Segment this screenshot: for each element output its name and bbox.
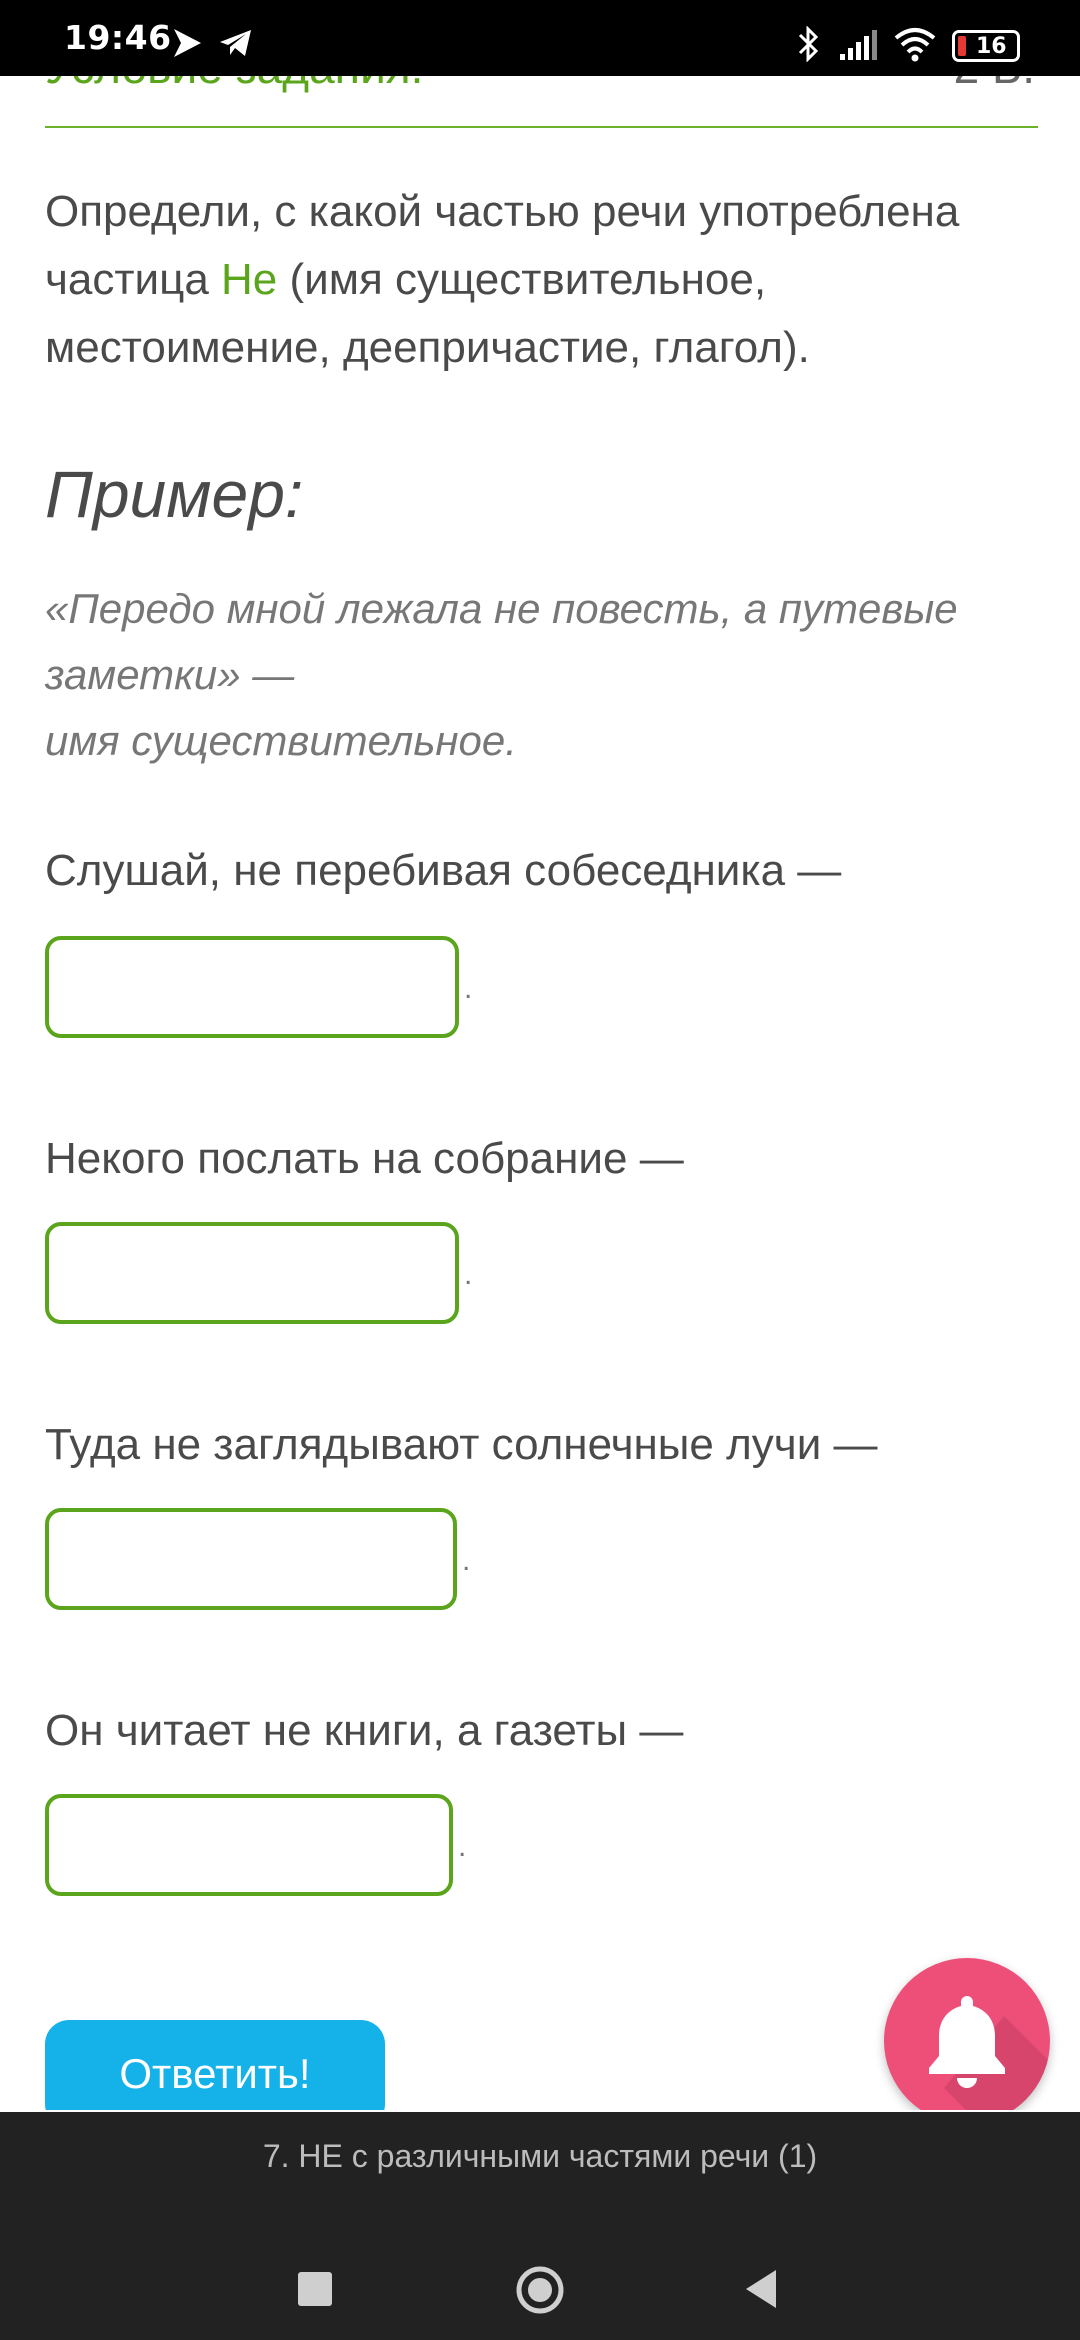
system-nav-bar bbox=[0, 2200, 1080, 2340]
answer-input-1[interactable] bbox=[45, 936, 459, 1038]
task-content: Условие задания: 2 Б. Определи, с какой … bbox=[0, 0, 1080, 2110]
question-label-3: Туда не заглядывают солнечные лучи — bbox=[45, 1420, 878, 1469]
answer-suffix-1: . bbox=[464, 972, 473, 1005]
divider bbox=[45, 126, 1038, 128]
wifi-icon bbox=[894, 28, 936, 62]
answer-input-3[interactable] bbox=[45, 1508, 457, 1610]
bluetooth-icon bbox=[798, 26, 819, 62]
notification-bell-button[interactable] bbox=[884, 1958, 1050, 2110]
example-text: «Передо мной лежала не повесть, а путевы… bbox=[45, 576, 1035, 774]
example-line-1: «Передо мной лежала не повесть, а путевы… bbox=[45, 585, 958, 632]
answer-input-4[interactable] bbox=[45, 1794, 453, 1896]
back-button[interactable] bbox=[744, 2268, 778, 2310]
submit-button[interactable]: Ответить! bbox=[45, 2020, 385, 2110]
status-time: 19:46 bbox=[64, 18, 172, 57]
example-line-3: имя существительное. bbox=[45, 717, 517, 764]
telegram-icon bbox=[220, 30, 251, 56]
status-bar: 19:46 16 bbox=[0, 0, 1080, 76]
signal-icon bbox=[840, 30, 877, 60]
media-play-icon bbox=[174, 29, 201, 57]
battery-icon: 16 bbox=[952, 30, 1020, 62]
bell-icon bbox=[929, 1996, 1050, 2110]
home-button[interactable] bbox=[514, 2264, 566, 2316]
question-label-1: Слушай, не перебивая собеседника — bbox=[45, 846, 842, 895]
example-line-2: заметки» — bbox=[45, 651, 295, 698]
example-heading: Пример: bbox=[45, 457, 304, 531]
question-label-2: Некого послать на собрание — bbox=[45, 1134, 684, 1183]
answer-suffix-4: . bbox=[458, 1830, 467, 1863]
battery-level bbox=[958, 36, 966, 56]
recent-apps-button[interactable] bbox=[298, 2272, 332, 2306]
task-highlight: Не bbox=[221, 255, 278, 304]
lesson-footer-title: 7. НЕ с различными частями речи (1) bbox=[0, 2112, 1080, 2200]
answer-suffix-2: . bbox=[464, 1258, 473, 1291]
battery-percent: 16 bbox=[976, 33, 1007, 59]
task-instructions: Определи, с какой частью речи употреблен… bbox=[45, 178, 1035, 382]
answer-suffix-3: . bbox=[462, 1544, 471, 1577]
answer-input-2[interactable] bbox=[45, 1222, 459, 1324]
question-label-4: Он читает не книги, а газеты — bbox=[45, 1706, 684, 1755]
